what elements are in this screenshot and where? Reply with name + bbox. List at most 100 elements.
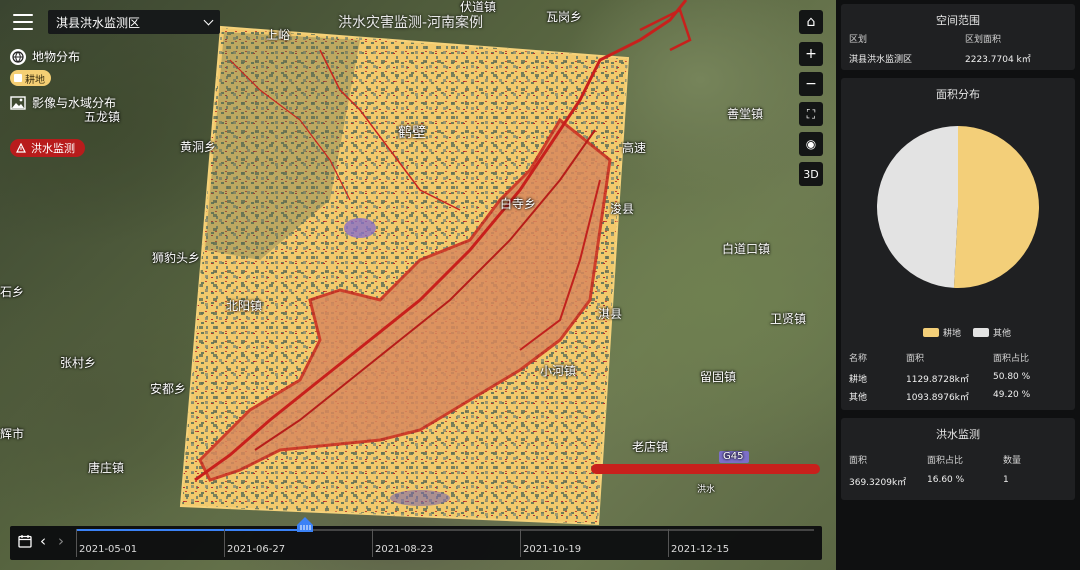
timeline-track[interactable]: 2021-05-01 2021-06-27 2021-08-23 2021-10…	[76, 517, 814, 560]
grid-icon	[14, 74, 22, 82]
highway-g45	[591, 464, 820, 474]
fullscreen-button[interactable]: ⛶	[799, 102, 823, 126]
row-ratio: 49.20 %	[993, 390, 1031, 400]
place-label: 高速	[622, 141, 647, 155]
timeline-tick	[76, 529, 77, 557]
alert-icon	[16, 143, 26, 153]
minus-icon: −	[805, 76, 817, 92]
place-label: 白寺乡	[500, 197, 537, 211]
pie-slice-1	[877, 126, 958, 288]
zoom-out-button[interactable]: −	[799, 72, 823, 96]
timeline-date: 2021-06-27	[227, 544, 286, 555]
timeline[interactable]: ‹ › 2021-05-01 2021-06-27 2021-08-23 202…	[10, 517, 822, 560]
next-button[interactable]: ›	[58, 532, 64, 550]
timeline-tick	[224, 529, 225, 557]
layer-imagery[interactable]: 影像与水域分布	[10, 94, 116, 111]
place-label: 卫贤镇	[770, 312, 807, 326]
column-header: 面积	[849, 456, 868, 466]
timeline-date: 2021-05-01	[79, 544, 138, 555]
legend-label: 耕地	[943, 329, 962, 339]
flood-count: 1	[1003, 475, 1009, 485]
row-name: 其他	[849, 393, 868, 403]
menu-button[interactable]	[10, 10, 36, 34]
hamburger-bar	[13, 14, 33, 16]
region-select[interactable]: 淇县洪水监测区	[48, 10, 220, 34]
region-area: 2223.7704 k㎡	[965, 55, 1031, 65]
place-label: 张村乡	[60, 356, 97, 370]
home-icon: ⌂	[806, 14, 816, 30]
pie-slice-0	[953, 126, 1039, 288]
timeline-progress	[76, 529, 305, 531]
calendar-icon[interactable]	[18, 534, 32, 552]
view-3d-button[interactable]: 3D	[799, 162, 823, 186]
row-name: 耕地	[849, 375, 868, 385]
place-label: 石乡	[0, 285, 25, 299]
chevron-down-icon	[203, 15, 214, 25]
expand-icon: ⛶	[806, 106, 816, 121]
place-label: 唐庄镇	[88, 461, 125, 475]
timeline-date: 2021-10-19	[523, 544, 582, 555]
row-area: 1129.8728k㎡	[906, 375, 969, 385]
layer-chip-farmland[interactable]: 耕地	[10, 70, 51, 86]
card-title: 洪水监测	[936, 428, 980, 441]
layer-label: 地物分布	[32, 50, 81, 64]
globe-icon	[10, 48, 26, 65]
distribution-card: 面积分布 耕地 其他 名称 面积 面积占比 耕地 1129.8728k㎡ 50.…	[841, 78, 1075, 410]
home-button[interactable]: ⌂	[799, 10, 823, 34]
column-header: 面积占比	[993, 354, 1030, 364]
place-label: 白道口镇	[722, 242, 771, 256]
info-panel: 空间范围 区划 区划面积 淇县洪水监测区 2223.7704 k㎡ 面积分布 耕…	[836, 0, 1080, 570]
place-label: 小河镇	[540, 364, 577, 378]
flood-card: 洪水监测 面积 面积占比 数量 369.3209k㎡ 16.60 % 1	[841, 418, 1075, 500]
place-label: 洪水	[697, 485, 716, 495]
place-label: 上峪	[266, 28, 291, 42]
timeline-date: 2021-08-23	[375, 544, 434, 555]
layer-label: 影像与水域分布	[32, 96, 117, 110]
legend-label: 其他	[993, 329, 1012, 339]
eye-off-icon: ◉	[805, 137, 817, 151]
column-header: 名称	[849, 354, 868, 364]
legend-item: 耕地	[923, 326, 961, 339]
legend-swatch	[973, 328, 989, 337]
row-ratio: 50.80 %	[993, 372, 1031, 382]
place-label: 黄洞乡	[180, 140, 217, 154]
column-header: 面积占比	[927, 456, 964, 466]
card-title: 空间范围	[936, 14, 980, 27]
region-select-value: 淇县洪水监测区	[56, 15, 141, 30]
timeline-handle[interactable]	[296, 517, 314, 533]
view-3d-label: 3D	[803, 167, 819, 181]
place-label: 淇县	[598, 307, 623, 321]
layer-land-use[interactable]: 地物分布	[10, 48, 80, 65]
extent-card: 空间范围 区划 区划面积 淇县洪水监测区 2223.7704 k㎡	[841, 4, 1075, 70]
highway-label: G45	[723, 451, 744, 462]
place-label: 鹤壁	[398, 125, 426, 141]
place-label: 老店镇	[632, 440, 669, 454]
place-label: 伏道镇	[460, 0, 497, 14]
place-label: 狮豹头乡	[152, 251, 201, 265]
flood-ratio: 16.60 %	[927, 475, 965, 485]
hamburger-bar	[13, 21, 33, 23]
timeline-tick	[668, 529, 669, 557]
map-title: 洪水灾害监测-河南案例	[338, 15, 484, 31]
area-pie-chart	[877, 126, 1039, 288]
card-title: 面积分布	[936, 88, 980, 101]
visibility-toggle[interactable]: ◉	[799, 132, 823, 156]
hamburger-bar	[13, 28, 33, 30]
layer-flood-monitor[interactable]: 洪水监测	[10, 139, 85, 157]
legend-item: 其他	[973, 326, 1011, 339]
region-name: 淇县洪水监测区	[849, 55, 913, 65]
column-header: 面积	[906, 354, 925, 364]
place-label: 北阳镇	[226, 299, 263, 313]
flood-area: 369.3209k㎡	[849, 478, 907, 488]
column-header: 数量	[1003, 456, 1022, 466]
chip-label: 洪水监测	[31, 142, 75, 155]
place-label: 善堂镇	[727, 107, 764, 121]
column-header: 区划面积	[965, 35, 1002, 45]
timeline-tick	[520, 529, 521, 557]
zoom-in-button[interactable]: +	[799, 42, 823, 66]
place-label: 浚县	[610, 202, 635, 216]
place-label: 留固镇	[700, 370, 737, 384]
place-label: 辉市	[0, 427, 25, 441]
prev-button[interactable]: ‹	[40, 532, 46, 550]
map-view[interactable]: 洪水灾害监测-河南案例 上峪 伏道镇 瓦岗乡 五龙镇 鹤壁 黄洞乡 善堂镇 高速…	[0, 0, 836, 570]
